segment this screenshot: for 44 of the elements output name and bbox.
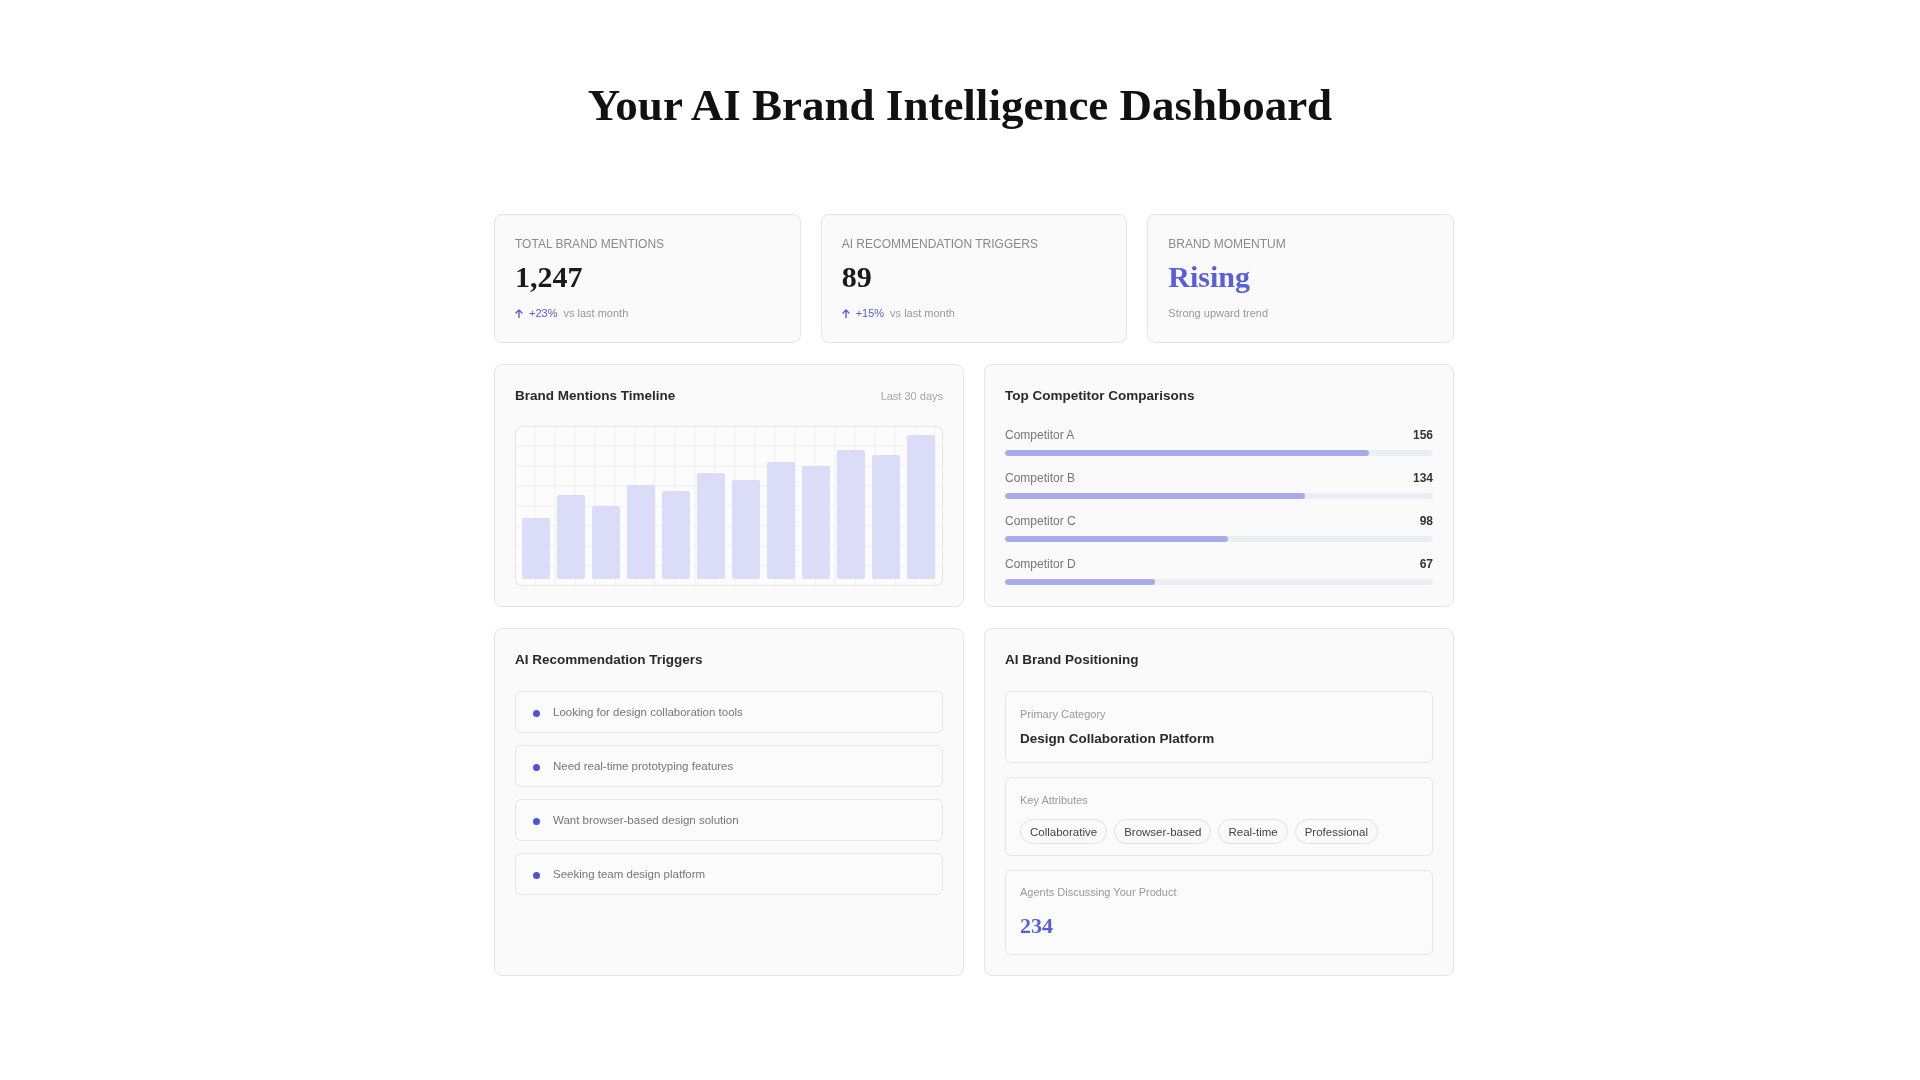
dot-icon xyxy=(533,872,540,879)
period-label: Last 30 days xyxy=(880,389,943,404)
change-note: vs last month xyxy=(890,306,955,320)
attribute-tag: Collaborative xyxy=(1020,819,1108,844)
card-title: Brand Mentions Timeline xyxy=(515,387,676,405)
competitor-name: Competitor C xyxy=(1005,513,1076,529)
stat-label: TOTAL BRAND MENTIONS xyxy=(515,237,666,251)
attribute-tag: Browser-based xyxy=(1114,819,1212,844)
trigger-text: Seeking team design platform xyxy=(553,867,706,882)
attribute-tag: Real-time xyxy=(1218,819,1288,844)
change-value: +15% xyxy=(855,306,885,320)
stat-value: 89 xyxy=(841,260,873,294)
agents-count: 234 xyxy=(1020,912,1054,940)
stat-value: 1,247 xyxy=(515,260,584,294)
stat-note: Strong upward trend xyxy=(1168,306,1268,320)
stat-label: AI RECOMMENDATION TRIGGERS xyxy=(841,237,1039,251)
category-value: Design Collaboration Platform xyxy=(1020,730,1216,748)
competitor-value: 98 xyxy=(1419,513,1433,529)
arrow-up-icon xyxy=(515,308,523,318)
stat-value: Rising xyxy=(1168,260,1252,294)
change-note: vs last month xyxy=(563,306,629,320)
competitor-value: 67 xyxy=(1419,556,1433,572)
competitor-value: 134 xyxy=(1412,470,1433,486)
attribute-tag: Professional xyxy=(1294,819,1378,844)
section-label: Agents Discussing Your Product xyxy=(1020,885,1178,899)
dot-icon xyxy=(533,818,540,825)
arrow-up-icon xyxy=(841,308,850,318)
dot-icon xyxy=(533,710,540,717)
competitor-value: 156 xyxy=(1412,427,1433,443)
competitor-name: Competitor D xyxy=(1005,556,1076,572)
trigger-text: Want browser-based design solution xyxy=(553,813,739,828)
dot-icon xyxy=(533,764,540,771)
change-value: +23% xyxy=(529,306,558,320)
trigger-text: Need real-time prototyping features xyxy=(553,759,734,774)
competitor-name: Competitor B xyxy=(1005,470,1076,486)
section-label: Key Attributes xyxy=(1020,793,1089,807)
card-title: AI Recommendation Triggers xyxy=(515,651,704,669)
section-label: Primary Category xyxy=(1020,707,1107,721)
trigger-text: Looking for design collaboration tools xyxy=(553,705,743,720)
card-title: AI Brand Positioning xyxy=(1005,651,1140,669)
stat-label: BRAND MOMENTUM xyxy=(1168,237,1287,251)
page-title: Your AI Brand Intelligence Dashboard xyxy=(586,79,1334,132)
card-title: Top Competitor Comparisons xyxy=(1005,387,1196,405)
competitor-name: Competitor A xyxy=(1005,427,1075,443)
